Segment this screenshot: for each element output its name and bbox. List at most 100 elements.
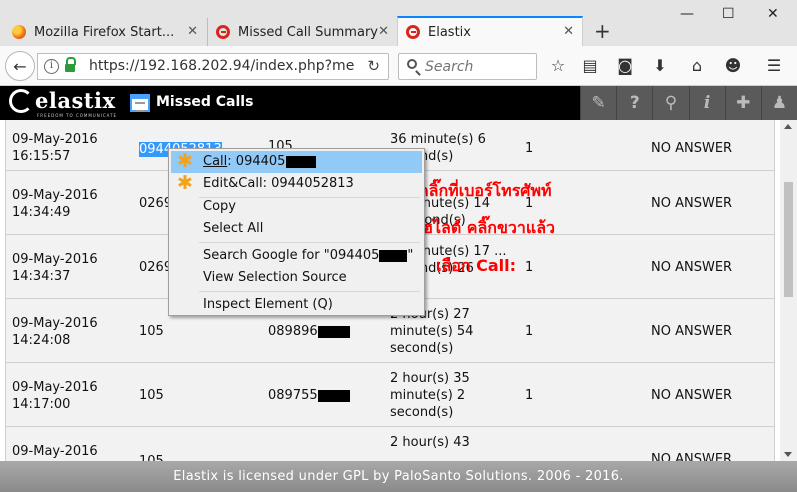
elastix-swirl-icon	[9, 88, 33, 113]
destination-number: 089896	[268, 324, 318, 339]
url-text[interactable]: https://192.168.202.94/index.php?me	[89, 58, 369, 74]
menu-item-inspect-element[interactable]: Inspect Element (Q)	[171, 294, 422, 316]
elastix-favicon-icon	[406, 25, 420, 39]
reload-icon[interactable]: ↻	[367, 57, 380, 75]
logo-wordmark: elastix	[35, 88, 116, 113]
tools-icon[interactable]: ✚	[724, 86, 761, 120]
elastix-header: elastix FREEDOM TO COMMUNICATE Missed Ca…	[0, 86, 797, 120]
cell-duration: 2 hour(s) 43	[390, 435, 470, 450]
download-icon[interactable]: ⬇	[649, 56, 671, 75]
search-icon[interactable]: ⚲	[652, 86, 688, 120]
cell-status: NO ANSWER	[651, 260, 733, 275]
cell-count: 1	[525, 260, 534, 275]
cell-date: 09-May-2016 14:34:37	[12, 252, 98, 284]
scroll-down-icon[interactable]	[784, 452, 792, 457]
window-close-icon[interactable]: ✕	[767, 6, 779, 22]
destination-number: 089755	[268, 388, 318, 403]
menu-label: Call	[203, 154, 228, 169]
search-bar[interactable]	[398, 53, 537, 80]
arrow-left-icon: ←	[13, 56, 27, 76]
cell-source: 105	[139, 453, 164, 461]
menu-item-select-all[interactable]: Select All	[171, 218, 422, 240]
cell-status: NO ANSWER	[651, 388, 733, 403]
close-icon[interactable]: ✕	[378, 24, 389, 39]
menu-item-call[interactable]: ✱ Call: 094405	[171, 150, 422, 173]
menu-label: Search Google for "094405	[203, 248, 380, 263]
cell-status: NO ANSWER	[651, 452, 733, 461]
help-icon[interactable]: ?	[616, 86, 652, 120]
cell-status: NO ANSWER	[651, 324, 733, 339]
reading-list-icon[interactable]: ▤	[579, 56, 601, 75]
back-button[interactable]: ←	[5, 51, 35, 81]
table-row: 09-May-2016 14:17:00 105 089755 2 hour(s…	[5, 363, 775, 427]
info-icon[interactable]: i	[688, 86, 725, 120]
tab-firefox-start[interactable]: Mozilla Firefox Start... ✕	[4, 18, 206, 46]
minimize-icon[interactable]: —	[680, 6, 694, 22]
maximize-icon[interactable]: ☐	[722, 6, 735, 22]
elastix-logo[interactable]: elastix FREEDOM TO COMMUNICATE	[9, 88, 116, 118]
cell-date: 09-May-2016 14:24:08	[12, 316, 98, 348]
search-input[interactable]	[425, 57, 533, 77]
cell-destination: 089755	[268, 387, 350, 404]
browser-titlebar: Mozilla Firefox Start... ✕ Missed Call S…	[0, 0, 797, 46]
firefox-icon	[12, 25, 26, 39]
star-icon: ✱	[177, 150, 193, 172]
home-icon[interactable]: ⌂	[686, 56, 708, 75]
cell-count: 1	[525, 388, 534, 403]
menu-label-number: : 094405	[227, 154, 286, 169]
bookmark-star-icon[interactable]: ☆	[547, 56, 569, 75]
redacted-block	[379, 249, 408, 262]
menu-separator	[199, 291, 420, 292]
url-bar[interactable]: i https://192.168.202.94/index.php?me ↻	[37, 53, 389, 80]
redacted-block	[286, 155, 317, 168]
user-icon[interactable]: ♟	[760, 86, 797, 120]
new-tab-icon[interactable]: +	[594, 19, 611, 43]
module-window-icon	[130, 94, 150, 112]
tab-title: Missed Call Summary	[238, 24, 378, 40]
tab-elastix[interactable]: Elastix ✕	[397, 16, 583, 46]
cell-date: 09-May-2016 16:15:57	[12, 132, 98, 164]
search-icon	[407, 59, 417, 69]
redacted-block	[317, 389, 350, 402]
menu-item-edit-call[interactable]: ✱ Edit&Call: 0944052813	[171, 172, 422, 195]
scroll-up-icon[interactable]	[784, 124, 792, 129]
menu-item-view-selection-source[interactable]: View Selection Source	[171, 267, 422, 289]
cell-source: 105	[139, 324, 164, 339]
cell-source: 105	[139, 388, 164, 403]
edit-icon[interactable]: ✎	[580, 86, 616, 120]
cell-date: 09-May-2016 14:17:00	[12, 380, 98, 412]
browser-navbar: ← i https://192.168.202.94/index.php?me …	[0, 46, 797, 86]
pocket-icon[interactable]: ◙	[614, 56, 636, 75]
hamburger-menu-icon[interactable]: ☰	[763, 56, 785, 75]
info-icon[interactable]: i	[44, 59, 59, 74]
emoji-icon[interactable]: ☻	[722, 56, 744, 75]
cell-duration: 2 hour(s) 35 minute(s) 2 second(s)	[390, 371, 470, 420]
header-toolbar: ✎ ? ⚲ i ✚ ♟	[580, 86, 797, 120]
cell-date: 09-May-2016	[12, 444, 98, 459]
scrollbar-thumb[interactable]	[784, 182, 793, 297]
cell-status: NO ANSWER	[651, 141, 733, 156]
logo-tagline: FREEDOM TO COMMUNICATE	[37, 113, 118, 118]
redacted-block	[317, 325, 350, 338]
tab-missed-call-summary[interactable]: Missed Call Summary ✕	[207, 18, 397, 46]
cell-count: 1	[525, 324, 534, 339]
star-icon: ✱	[177, 172, 193, 194]
tab-title: Mozilla Firefox Start...	[34, 24, 175, 40]
vertical-scrollbar[interactable]	[780, 120, 797, 461]
lock-icon[interactable]	[65, 57, 76, 72]
context-menu: ✱ Call: 094405 ✱ Edit&Call: 0944052813 Cop…	[168, 148, 425, 316]
tab-title: Elastix	[428, 24, 471, 40]
page-title: Missed Calls	[156, 94, 254, 110]
menu-item-search-google[interactable]: Search Google for "094405 "	[171, 245, 422, 267]
elastix-favicon-icon	[216, 25, 230, 39]
menu-separator	[199, 242, 420, 243]
cell-destination: 089896	[268, 323, 350, 340]
footer: Elastix is licensed under GPL by PaloSan…	[0, 461, 797, 492]
close-icon[interactable]: ✕	[187, 24, 198, 39]
cell-status: NO ANSWER	[651, 196, 733, 211]
cell-date: 09-May-2016 14:34:49	[12, 188, 98, 220]
menu-label-suffix: "	[407, 248, 414, 263]
cell-count: 1	[525, 141, 534, 156]
close-icon[interactable]: ✕	[563, 24, 574, 39]
menu-item-copy[interactable]: Copy	[171, 196, 422, 218]
